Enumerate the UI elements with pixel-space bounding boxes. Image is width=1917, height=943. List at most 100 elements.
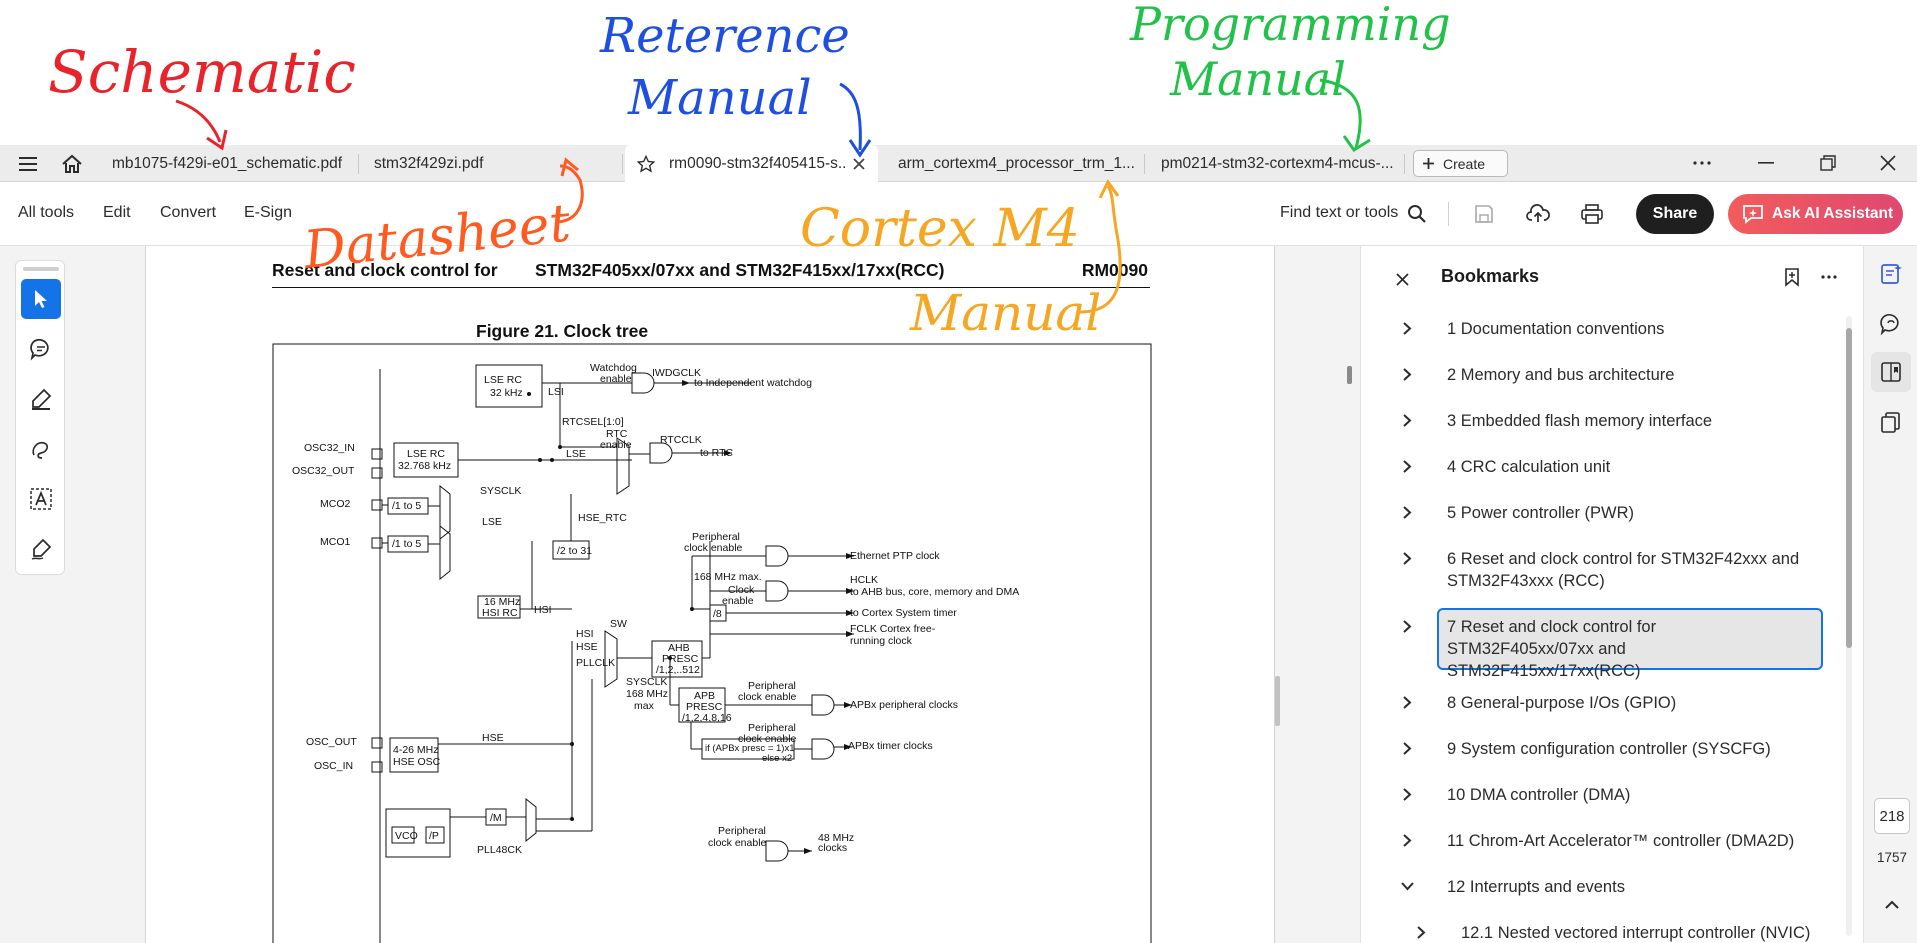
bookmark-item[interactable]: 9 System configuration controller (SYSCF… (1361, 738, 1841, 764)
label-clock-enable: enable (722, 595, 754, 607)
menu-edit[interactable]: Edit (103, 204, 131, 222)
share-button[interactable]: Share (1636, 194, 1714, 234)
search-icon[interactable] (1403, 200, 1431, 228)
tab-bar: mb1075-f429i-e01_schematic.pdf stm32f429… (0, 145, 1917, 183)
bookmark-label: 5 Power controller (PWR) (1447, 504, 1635, 522)
chevron-right-icon[interactable] (1399, 457, 1415, 475)
select-cursor-icon[interactable] (21, 279, 61, 319)
label-apbx-else: else x2 (762, 753, 792, 764)
bookmark-label: 6 Reset and clock control for STM32F42xx… (1447, 550, 1800, 590)
canvas-scrollbar-thumb[interactable] (1347, 366, 1352, 384)
bookmarks-options-icon[interactable] (1816, 264, 1842, 290)
label-div-m: /M (490, 812, 502, 824)
find-text-tools[interactable]: Find text or tools (1280, 204, 1398, 222)
tab-cortex-m4-manual[interactable]: arm_cortexm4_processor_trm_1... (898, 145, 1138, 182)
label-sw-hsi: HSI (576, 628, 594, 640)
ai-summary-icon[interactable] (1871, 254, 1911, 294)
upload-cloud-icon[interactable] (1524, 200, 1552, 228)
scroll-up-chevron-icon[interactable] (1880, 894, 1904, 914)
tab-reference-manual[interactable]: rm0090-stm32f405415-s... (625, 145, 878, 183)
right-rail: 218 1757 (1863, 246, 1917, 943)
star-icon[interactable] (637, 155, 659, 173)
minimize-icon[interactable] (1746, 148, 1786, 178)
label-apb-periph-enable: clock enable (738, 691, 797, 703)
chevron-right-icon[interactable] (1399, 411, 1415, 429)
bookmark-item[interactable]: 1 Documentation conventions (1361, 318, 1841, 344)
close-tab-icon[interactable] (853, 158, 865, 170)
tab-schematic[interactable]: mb1075-f429i-e01_schematic.pdf (112, 145, 352, 182)
ask-ai-assistant-button[interactable]: Ask AI Assistant (1728, 194, 1903, 234)
menu-e-sign[interactable]: E-Sign (244, 204, 292, 222)
bookmark-item[interactable]: 12 Interrupts and events (1361, 876, 1841, 902)
current-page-input[interactable]: 218 (1874, 798, 1910, 834)
panel-resize-handle[interactable] (1275, 676, 1280, 726)
clock-tree-diagram: LSE RC 32 kHz Watchdog enable IWDGCLK to… (272, 343, 1152, 943)
bookmark-item[interactable]: 3 Embedded flash memory interface (1361, 410, 1841, 436)
sign-pen-icon[interactable] (21, 529, 61, 569)
close-window-icon[interactable] (1868, 148, 1908, 178)
tab-reference-manual-label: rm0090-stm32f405415-s... (669, 155, 845, 172)
bookmark-item[interactable]: 8 General-purpose I/Os (GPIO) (1361, 692, 1841, 718)
label-osc-in: OSC_IN (314, 760, 353, 772)
label-lse: LSE (566, 448, 586, 460)
bookmark-item[interactable]: 10 DMA controller (DMA) (1361, 784, 1841, 810)
text-box-icon[interactable] (21, 479, 61, 519)
add-bookmark-icon[interactable] (1779, 264, 1805, 290)
header-title-text: STM32F405xx/07xx and STM32F415xx/17xx(RC… (535, 260, 945, 280)
chevron-right-icon[interactable] (1413, 923, 1429, 941)
label-fclk: FCLK Cortex free- (850, 623, 936, 635)
label-to-iwdg: to Independent watchdog (694, 377, 812, 389)
tab-datasheet[interactable]: stm32f429zi.pdf (374, 145, 614, 182)
label-hse-osc: HSE OSC (393, 756, 441, 768)
bookmark-item[interactable]: 2 Memory and bus architecture (1361, 364, 1841, 390)
label-mco2: MCO2 (320, 498, 350, 510)
label-lse-freq: 32.768 kHz (398, 460, 451, 472)
more-options-icon[interactable] (1682, 148, 1722, 178)
label-hsi: HSI (534, 604, 552, 616)
label-apb-div: /1,2,4,8,16 (682, 712, 732, 724)
hamburger-icon[interactable] (14, 151, 42, 177)
draw-freehand-icon[interactable] (21, 429, 61, 469)
bookmark-item[interactable]: 6 Reset and clock control for STM32F42xx… (1361, 548, 1841, 596)
document-canvas[interactable]: Reset and clock control for STM32F405xx/… (145, 246, 1275, 943)
print-icon[interactable] (1578, 200, 1606, 228)
label-168mhz-max: 168 MHz max. (694, 571, 762, 583)
bookmark-label: 12.1 Nested vectored interrupt controlle… (1461, 924, 1811, 942)
bookmark-item[interactable]: 12.1 Nested vectored interrupt controlle… (1361, 922, 1841, 943)
bookmark-label: 8 General-purpose I/Os (GPIO) (1447, 694, 1677, 712)
bookmark-label: 12 Interrupts and events (1447, 878, 1625, 896)
palette-grip[interactable] (23, 267, 59, 271)
add-comment-icon[interactable] (21, 329, 61, 369)
comments-icon[interactable] (1871, 304, 1911, 344)
chevron-right-icon[interactable] (1399, 365, 1415, 383)
close-panel-icon[interactable] (1396, 266, 1409, 292)
chevron-right-icon[interactable] (1399, 739, 1415, 757)
chevron-right-icon[interactable] (1399, 549, 1415, 567)
pages-icon[interactable] (1871, 402, 1911, 442)
bookmarks-panel-icon[interactable] (1871, 352, 1911, 392)
label-sw: SW (610, 618, 627, 630)
create-button[interactable]: Create (1413, 150, 1508, 177)
chevron-right-icon[interactable] (1399, 785, 1415, 803)
chevron-right-icon[interactable] (1399, 831, 1415, 849)
save-icon[interactable] (1470, 200, 1498, 228)
bookmark-item[interactable]: 7 Reset and clock control for STM32F405x… (1361, 608, 1841, 680)
bookmark-label: 2 Memory and bus architecture (1447, 366, 1675, 384)
menu-convert[interactable]: Convert (160, 204, 216, 222)
chevron-right-icon[interactable] (1399, 617, 1415, 635)
chevron-right-icon[interactable] (1399, 319, 1415, 337)
tab-programming-manual[interactable]: pm0214-stm32-cortexm4-mcus-... (1161, 145, 1393, 182)
restore-icon[interactable] (1808, 148, 1848, 178)
bookmark-item[interactable]: 11 Chrom-Art Accelerator™ controller (DM… (1361, 830, 1841, 856)
highlight-pen-icon[interactable] (21, 379, 61, 419)
chevron-down-icon[interactable] (1399, 877, 1415, 895)
bookmark-item[interactable]: 5 Power controller (PWR) (1361, 502, 1841, 528)
bookmarks-scroll-thumb[interactable] (1846, 328, 1852, 648)
bookmark-item[interactable]: 4 CRC calculation unit (1361, 456, 1841, 482)
bookmark-label: 7 Reset and clock control for STM32F405x… (1447, 618, 1657, 680)
label-periph-clk-enable: clock enable (684, 542, 743, 554)
home-icon[interactable] (58, 151, 86, 177)
chevron-right-icon[interactable] (1399, 503, 1415, 521)
menu-all-tools[interactable]: All tools (18, 204, 74, 222)
chevron-right-icon[interactable] (1399, 693, 1415, 711)
